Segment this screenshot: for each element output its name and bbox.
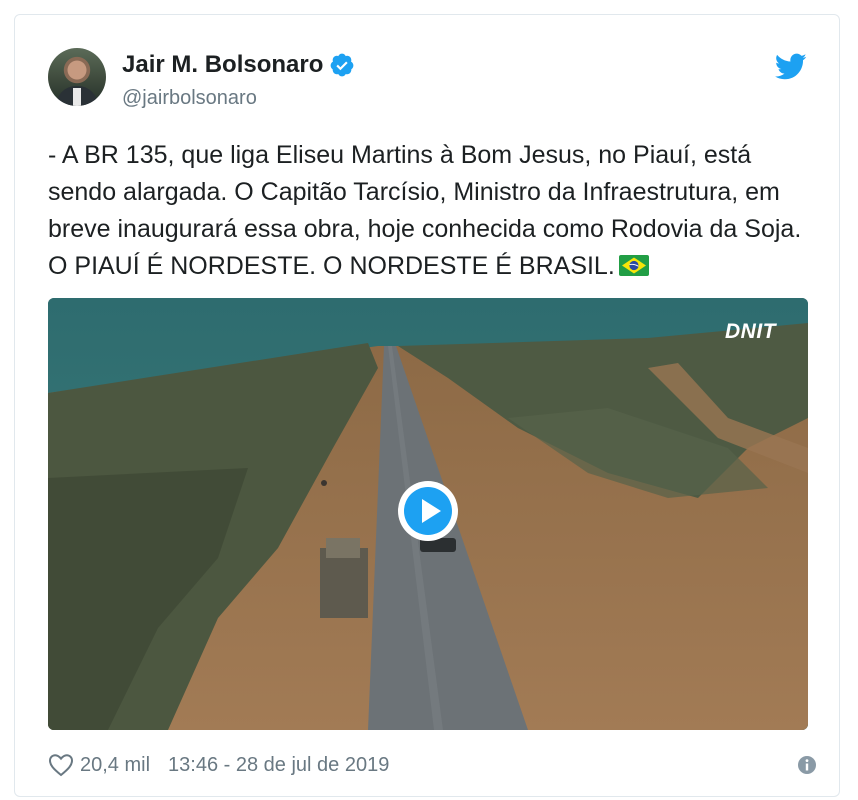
video-player[interactable]: DNIT xyxy=(48,298,808,730)
tweet-text: - A BR 135, que liga Eliseu Martins à Bo… xyxy=(48,137,818,285)
like-count[interactable]: 20,4 mil xyxy=(80,754,150,777)
author-name[interactable]: Jair M. Bolsonaro xyxy=(122,51,323,79)
twitter-bird-icon[interactable] xyxy=(775,53,807,81)
brazil-flag-icon xyxy=(618,255,649,276)
avatar[interactable] xyxy=(48,48,106,106)
timestamp[interactable]: 13:46 - 28 de jul de 2019 xyxy=(168,754,389,777)
author-row: Jair M. Bolsonaro xyxy=(122,51,355,79)
author-handle[interactable]: @jairbolsonaro xyxy=(122,87,257,110)
heart-icon[interactable] xyxy=(48,753,74,777)
info-icon[interactable] xyxy=(796,754,818,776)
verified-badge-icon xyxy=(330,53,354,77)
tweet-text-content: - A BR 135, que liga Eliseu Martins à Bo… xyxy=(48,141,802,280)
tweet-footer: 20,4 mil 13:46 - 28 de jul de 2019 xyxy=(48,745,818,785)
tweet-card: Jair M. Bolsonaro @jairbolsonaro - A BR … xyxy=(14,14,840,797)
dnit-watermark: DNIT xyxy=(725,320,776,343)
avatar-shirt xyxy=(73,88,81,106)
play-icon[interactable] xyxy=(397,480,459,542)
